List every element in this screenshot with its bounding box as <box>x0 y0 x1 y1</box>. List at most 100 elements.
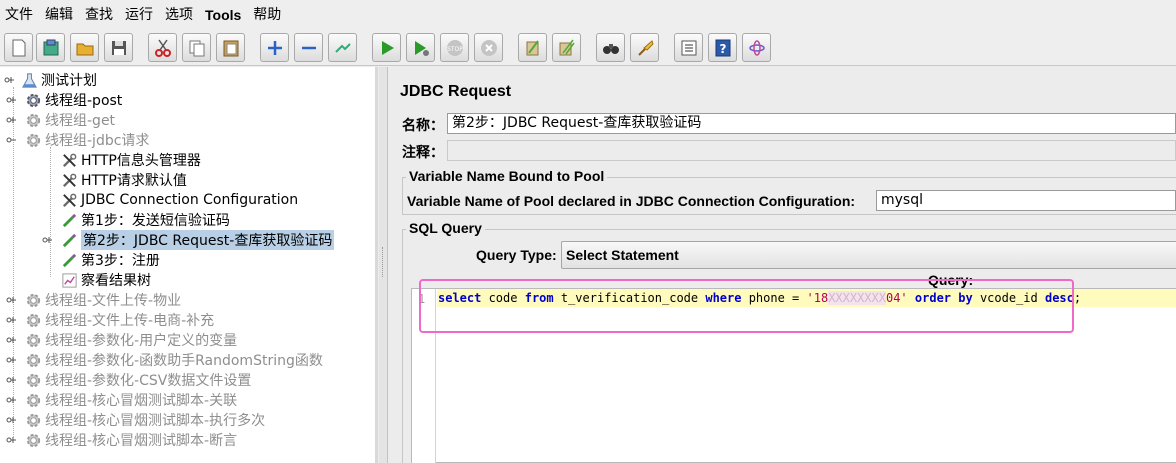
expand-toggle-icon[interactable] <box>6 334 18 346</box>
templates-button[interactable] <box>36 33 65 62</box>
sql-text: ; <box>1073 291 1082 305</box>
comment-field[interactable] <box>447 140 1176 161</box>
menu-run[interactable]: 运行 <box>119 0 159 30</box>
open-button[interactable] <box>70 33 99 62</box>
tree-node-thread-group[interactable]: 线程组-文件上传-电商-补充 <box>6 310 214 330</box>
tree-node-element[interactable]: 第1步：发送短信验证码 <box>60 210 230 230</box>
toolbar: STOP ? <box>0 30 1176 66</box>
menu-help[interactable]: 帮助 <box>247 0 287 30</box>
remote-icon <box>748 39 765 56</box>
search-button[interactable] <box>596 33 625 62</box>
gear-icon <box>24 331 42 349</box>
name-field[interactable]: 第2步：JDBC Request-查库获取验证码 <box>447 113 1176 134</box>
clear-icon <box>526 39 539 55</box>
tree-node-element[interactable]: 第3步：注册 <box>60 250 160 270</box>
tree-node-element[interactable]: HTTP信息头管理器 <box>60 150 201 170</box>
shutdown-icon <box>480 39 497 56</box>
menu-bar: 文件 编辑 查找 运行 选项 Tools 帮助 <box>0 0 1176 30</box>
tree-node-thread-group[interactable]: 线程组-核心冒烟测试脚本-执行多次 <box>6 410 266 430</box>
expand-toggle-icon[interactable] <box>6 394 18 406</box>
tree-node-element[interactable]: JDBC Connection Configuration <box>60 190 298 210</box>
menu-search[interactable]: 查找 <box>79 0 119 30</box>
tree-node-thread-group[interactable]: 线程组-核心冒烟测试脚本-关联 <box>6 390 238 410</box>
function-helper-icon <box>681 40 696 55</box>
paste-button[interactable] <box>216 33 245 62</box>
expand-button[interactable] <box>260 33 289 62</box>
expand-toggle-icon[interactable] <box>6 414 18 426</box>
expand-toggle-icon[interactable] <box>6 434 18 446</box>
tree-node-label: 线程组-核心冒烟测试脚本-断言 <box>45 433 238 449</box>
tree-scrollbar[interactable] <box>375 67 378 463</box>
toggle-button[interactable] <box>328 33 357 62</box>
tree-node-label: 线程组-get <box>45 113 116 129</box>
split-pane-divider[interactable] <box>379 67 388 463</box>
expand-toggle-icon[interactable] <box>6 354 18 366</box>
tree-node-thread-group[interactable]: 线程组-文件上传-物业 <box>6 290 181 310</box>
query-type-select[interactable]: Select Statement <box>561 241 1176 269</box>
comment-label: 注释： <box>402 145 444 161</box>
tree-node-label: 线程组-参数化-CSV数据文件设置 <box>45 373 252 389</box>
tree-node-label: 线程组-核心冒烟测试脚本-关联 <box>45 393 238 409</box>
reset-search-button[interactable] <box>630 33 659 62</box>
paste-icon <box>223 40 238 56</box>
svg-text:STOP: STOP <box>447 46 463 53</box>
function-helper-button[interactable] <box>674 33 703 62</box>
menu-tools[interactable]: Tools <box>199 0 247 30</box>
tree-node-label: 第1步：发送短信验证码 <box>81 213 230 229</box>
chart-icon <box>60 271 78 289</box>
tree-node-element[interactable]: 第2步：JDBC Request-查库获取验证码 <box>42 230 335 250</box>
cut-button[interactable] <box>148 33 177 62</box>
collapse-button[interactable] <box>294 33 323 62</box>
splitter-grip <box>382 247 385 277</box>
clear-button[interactable] <box>518 33 547 62</box>
tree-node-thread-group[interactable]: 线程组-get <box>6 110 116 130</box>
tree-node-element[interactable]: HTTP请求默认值 <box>60 170 187 190</box>
clear-all-button[interactable] <box>552 33 581 62</box>
collapse-toggle-icon[interactable] <box>4 74 16 86</box>
tree-node-thread-group[interactable]: 线程组-post <box>6 90 122 110</box>
sampler-icon <box>60 251 78 269</box>
pool-name-field[interactable]: mysql <box>876 190 1176 211</box>
expand-toggle-icon[interactable] <box>6 114 18 126</box>
stop-button[interactable]: STOP <box>440 33 469 62</box>
menu-options[interactable]: 选项 <box>159 0 199 30</box>
menu-edit[interactable]: 编辑 <box>39 0 79 30</box>
new-icon <box>12 39 25 56</box>
start-button[interactable] <box>372 33 401 62</box>
tree-node-root[interactable]: 测试计划 <box>4 70 97 90</box>
tree-node-element[interactable]: 察看结果树 <box>60 270 151 290</box>
expand-toggle-icon[interactable] <box>6 314 18 326</box>
save-icon <box>111 40 126 55</box>
help-icon: ? <box>715 39 730 56</box>
query-type-label: Query Type: <box>476 247 557 263</box>
jdbc-request-panel: JDBC Request 名称： 第2步：JDBC Request-查库获取验证… <box>389 67 1176 463</box>
expand-toggle-icon[interactable] <box>6 94 18 106</box>
clear-all-icon <box>559 39 575 55</box>
tree-node-label: 测试计划 <box>41 73 97 89</box>
tree-node-label: HTTP请求默认值 <box>81 173 187 189</box>
tree-node-label: JDBC Connection Configuration <box>81 192 299 208</box>
gear-icon <box>24 431 42 449</box>
help-button[interactable]: ? <box>708 33 737 62</box>
pool-label: Variable Name of Pool declared in JDBC C… <box>407 193 856 209</box>
expand-toggle-icon[interactable] <box>6 134 18 146</box>
start-no-pause-button[interactable] <box>406 33 435 62</box>
tree-node-thread-group[interactable]: 线程组-参数化-用户定义的变量 <box>6 330 237 350</box>
save-button[interactable] <box>104 33 133 62</box>
copy-button[interactable] <box>182 33 211 62</box>
new-button[interactable] <box>4 33 33 62</box>
remote-button[interactable] <box>742 33 771 62</box>
gear-icon <box>24 391 42 409</box>
shutdown-button[interactable] <box>474 33 503 62</box>
expand-toggle-icon[interactable] <box>6 374 18 386</box>
tree-node-thread-group[interactable]: 线程组-jdbc请求 <box>6 130 149 150</box>
gear-icon <box>24 411 42 429</box>
expand-toggle-icon[interactable] <box>42 234 54 246</box>
expand-toggle-icon[interactable] <box>6 294 18 306</box>
tree-node-thread-group[interactable]: 线程组-参数化-CSV数据文件设置 <box>6 370 252 390</box>
tree-node-thread-group[interactable]: 线程组-参数化-函数助手RandomString函数 <box>6 350 323 370</box>
cut-icon <box>154 39 171 57</box>
menu-file[interactable]: 文件 <box>0 0 39 30</box>
tree-node-label: 线程组-核心冒烟测试脚本-执行多次 <box>45 413 266 429</box>
tree-node-thread-group[interactable]: 线程组-核心冒烟测试脚本-断言 <box>6 430 238 450</box>
